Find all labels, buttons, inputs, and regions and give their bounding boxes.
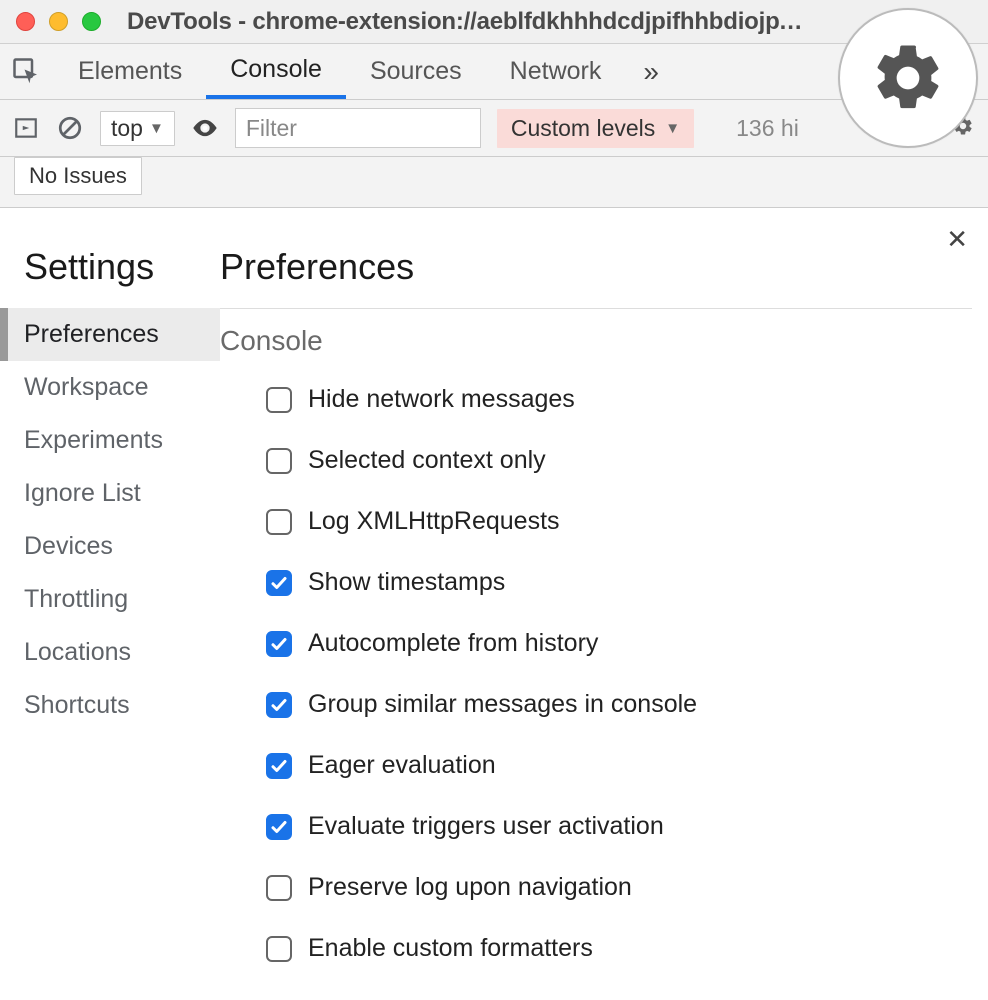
checkbox[interactable] [266,631,292,657]
tab-network[interactable]: Network [486,44,626,99]
checkbox[interactable] [266,814,292,840]
sidebar-item-preferences[interactable]: Preferences [0,308,220,361]
pref-option[interactable]: Autocomplete from history [266,613,972,674]
live-expression-icon[interactable] [191,114,219,142]
minimize-window-button[interactable] [49,12,68,31]
option-label: Selected context only [308,446,546,475]
pref-option[interactable]: Enable custom formatters [266,918,972,979]
checkbox[interactable] [266,570,292,596]
close-window-button[interactable] [16,12,35,31]
option-label: Show timestamps [308,568,505,597]
more-tabs-button[interactable]: » [625,44,677,99]
section-heading: Console [220,309,972,369]
titlebar: DevTools - chrome-extension://aeblfdkhhh… [0,0,988,44]
filter-input[interactable] [235,108,481,148]
sidebar-item-shortcuts[interactable]: Shortcuts [0,679,220,732]
sidebar-item-locations[interactable]: Locations [0,626,220,679]
checkbox[interactable] [266,936,292,962]
option-label: Hide network messages [308,385,575,414]
option-label: Autocomplete from history [308,629,598,658]
pref-option[interactable]: Group similar messages in console [266,674,972,735]
traffic-lights [16,12,101,31]
pref-option[interactable]: Show timestamps [266,552,972,613]
checkbox[interactable] [266,387,292,413]
clear-console-icon[interactable] [56,114,84,142]
checkbox[interactable] [266,753,292,779]
settings-panel: ✕ Settings PreferencesWorkspaceExperimen… [0,208,988,979]
sidebar-item-workspace[interactable]: Workspace [0,361,220,414]
checkbox[interactable] [266,875,292,901]
checkbox[interactable] [266,692,292,718]
option-label: Enable custom formatters [308,934,593,963]
inspect-element-icon[interactable] [0,44,54,99]
pref-option[interactable]: Eager evaluation [266,735,972,796]
option-label: Group similar messages in console [308,690,697,719]
settings-sidebar: Settings PreferencesWorkspaceExperiments… [0,208,220,979]
hidden-messages-count: 136 hi [736,115,799,142]
pref-option[interactable]: Selected context only [266,430,972,491]
tab-console[interactable]: Console [206,44,346,99]
checkbox[interactable] [266,509,292,535]
console-toolbar: top ▼ Custom levels ▼ 136 hi [0,100,988,157]
settings-title: Settings [0,246,220,308]
close-settings-icon[interactable]: ✕ [946,224,968,255]
sidebar-item-experiments[interactable]: Experiments [0,414,220,467]
log-level-value: Custom levels [511,115,655,142]
option-label: Eager evaluation [308,751,496,780]
option-label: Preserve log upon navigation [308,873,632,902]
context-selector[interactable]: top ▼ [100,111,175,146]
preferences-pane: Preferences Console Hide network message… [220,208,988,979]
toggle-drawer-icon[interactable] [12,114,40,142]
chevron-down-icon: ▼ [149,120,164,137]
sidebar-item-ignore-list[interactable]: Ignore List [0,467,220,520]
gear-icon [869,39,947,117]
pref-option[interactable]: Hide network messages [266,369,972,430]
option-label: Evaluate triggers user activation [308,812,664,841]
tab-sources[interactable]: Sources [346,44,486,99]
chevron-down-icon: ▼ [665,120,680,137]
settings-gear-button[interactable] [838,8,978,148]
sidebar-item-devices[interactable]: Devices [0,520,220,573]
issues-button[interactable]: No Issues [14,157,142,195]
checkbox[interactable] [266,448,292,474]
sidebar-item-throttling[interactable]: Throttling [0,573,220,626]
pref-option[interactable]: Log XMLHttpRequests [266,491,972,552]
maximize-window-button[interactable] [82,12,101,31]
pref-option[interactable]: Evaluate triggers user activation [266,796,972,857]
option-label: Log XMLHttpRequests [308,507,560,536]
window-title: DevTools - chrome-extension://aeblfdkhhh… [127,8,803,36]
context-value: top [111,115,143,142]
preferences-title: Preferences [220,246,972,309]
tab-elements[interactable]: Elements [54,44,206,99]
pref-option[interactable]: Preserve log upon navigation [266,857,972,918]
log-level-selector[interactable]: Custom levels ▼ [497,109,694,148]
